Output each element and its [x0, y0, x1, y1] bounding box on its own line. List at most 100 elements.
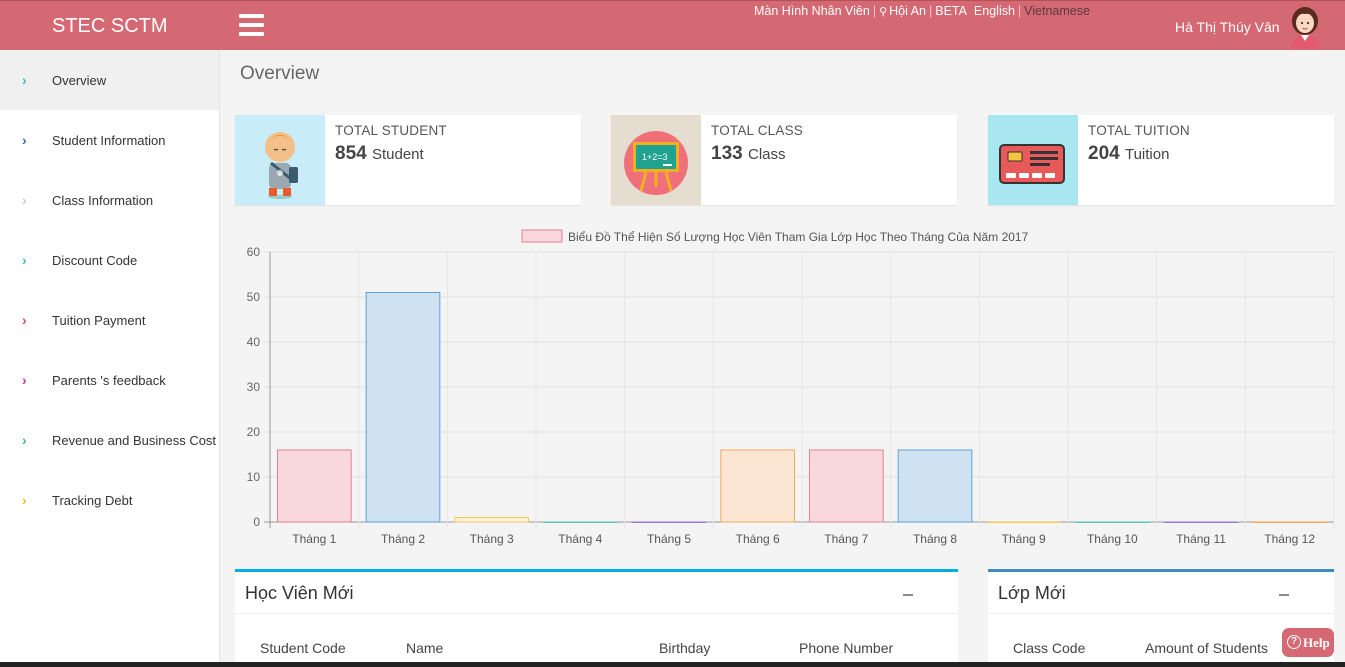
stat-value: 854 Student [335, 143, 424, 164]
bar-9[interactable] [986, 521, 1061, 523]
bar-4[interactable] [543, 521, 618, 523]
student-icon [235, 115, 325, 205]
user-name[interactable]: Hà Thị Thúy Vân [1175, 19, 1280, 35]
blackboard-icon: 1+2=3 [611, 115, 701, 205]
minimize-icon[interactable] [903, 594, 913, 596]
top-nav: Màn Hình Nhân Viên | ⚲ Hội An | BETA English |… [754, 4, 1090, 18]
column-header[interactable]: Class Code [1013, 640, 1085, 656]
divider [988, 613, 1334, 614]
lang-english[interactable]: English [974, 4, 1015, 18]
stat-label: TOTAL TUITION [1088, 123, 1190, 138]
user-avatar[interactable] [1286, 5, 1324, 49]
x-tick-label: Tháng 6 [736, 532, 780, 546]
y-tick-label: 50 [247, 290, 261, 304]
bar-12[interactable] [1252, 521, 1327, 523]
bar-7[interactable] [809, 449, 884, 523]
menu-toggle-icon[interactable] [239, 14, 264, 36]
bar-1[interactable] [277, 449, 352, 523]
bar-6[interactable] [720, 449, 796, 523]
help-icon: ? [1287, 635, 1301, 649]
panel-title: Lớp Mới [998, 583, 1066, 603]
x-tick-label: Tháng 3 [470, 532, 514, 546]
x-tick-label: Tháng 7 [824, 532, 868, 546]
sidebar-item-label: Tracking Debt [52, 493, 133, 508]
bar-11[interactable] [1163, 521, 1239, 523]
sidebar-item-label: Tuition Payment [52, 313, 146, 328]
bar-8[interactable] [897, 449, 973, 523]
stat-card-total-tuition[interactable]: TOTAL TUITION 204 Tuition [988, 115, 1334, 205]
stat-label: TOTAL STUDENT [335, 123, 447, 138]
y-tick-label: 60 [247, 245, 261, 259]
sidebar-item-tuition-payment[interactable]: › Tuition Payment [0, 290, 219, 350]
y-tick-label: 30 [247, 380, 261, 394]
help-label: Help [1303, 635, 1330, 650]
lang-vietnamese[interactable]: Vietnamese [1024, 4, 1090, 18]
x-tick-label: Tháng 11 [1176, 532, 1226, 546]
y-tick-label: 0 [253, 515, 260, 529]
bar-5[interactable] [631, 521, 707, 523]
x-tick-label: Tháng 9 [1002, 532, 1046, 546]
column-header[interactable]: Name [406, 640, 443, 656]
x-tick-label: Tháng 4 [558, 532, 602, 546]
minimize-icon[interactable] [1279, 594, 1289, 596]
top-header: STEC SCTM Màn Hình Nhân Viên | ⚲ Hội An | BET… [0, 0, 1345, 50]
column-header[interactable]: Student Code [260, 640, 346, 656]
screen-link[interactable]: Màn Hình Nhân Viên [754, 4, 870, 18]
legend-label: Biểu Đồ Thể Hiện Số Lượng Học Viên Tham … [568, 230, 1029, 244]
stat-value: 133 Class [711, 143, 786, 164]
chevron-right-icon: › [22, 312, 27, 328]
stat-card-total-student[interactable]: TOTAL STUDENT 854 Student [235, 115, 581, 205]
y-tick-label: 20 [247, 425, 261, 439]
stat-value: 204 Tuition [1088, 143, 1170, 164]
sidebar-item-tracking-debt[interactable]: › Tracking Debt [0, 470, 219, 530]
sidebar-item-label: Discount Code [52, 253, 138, 268]
chevron-right-icon: › [22, 72, 27, 88]
x-tick-label: Tháng 2 [381, 532, 425, 546]
sidebar-item-revenue-business-cost[interactable]: › Revenue and Business Cost [0, 410, 219, 470]
sidebar-item-label: Overview [52, 73, 107, 88]
bar-3[interactable] [454, 517, 529, 523]
chevron-right-icon: › [22, 492, 27, 508]
divider [235, 613, 958, 614]
brand-logo[interactable]: STEC SCTM [52, 15, 168, 38]
chart-svg: 0 10 20 30 40 50 60 Tháng 1 Tháng 2 Tháng 3 Tháng … [247, 229, 1335, 546]
x-tick-label: Tháng 1 [292, 532, 336, 546]
column-header[interactable]: Birthday [659, 640, 710, 656]
sidebar-item-overview[interactable]: › Overview [0, 50, 219, 110]
svg-text:1+2=3: 1+2=3 [642, 152, 668, 162]
sidebar-item-label: Class Information [52, 193, 154, 208]
bar-chart: 0 10 20 30 40 50 60 Tháng 1 Tháng 2 Tháng 3 Tháng … [232, 222, 1337, 552]
help-button[interactable]: ? Help [1282, 628, 1334, 657]
chevron-right-icon: › [22, 192, 27, 208]
panel-new-students: Học Viên Mới Student Code Name Birthday … [235, 569, 958, 667]
panel-title: Học Viên Mới [245, 583, 354, 603]
sidebar-item-label: Revenue and Business Cost [52, 433, 217, 448]
stat-card-total-class[interactable]: 1+2=3 TOTAL CLASS 133 Class [611, 115, 957, 205]
chevron-right-icon: › [22, 132, 27, 148]
column-header[interactable]: Amount of Students [1145, 640, 1268, 656]
bar-2[interactable] [365, 292, 441, 523]
chevron-right-icon: › [22, 432, 27, 448]
location-link[interactable]: Hội An [889, 4, 926, 18]
chevron-right-icon: › [22, 372, 27, 388]
sidebar: › Overview › Student Information › Class… [0, 50, 220, 667]
legend-swatch[interactable] [521, 229, 563, 243]
sidebar-item-class-information[interactable]: › Class Information [0, 170, 219, 230]
page-title: Overview [240, 63, 320, 84]
location-pin-icon: ⚲ [879, 6, 888, 18]
x-tick-label: Tháng 8 [913, 532, 957, 546]
sidebar-item-parents-feedback[interactable]: › Parents 's feedback [0, 350, 219, 410]
y-tick-label: 40 [247, 335, 261, 349]
sidebar-item-student-information[interactable]: › Student Information [0, 110, 219, 170]
sidebar-item-discount-code[interactable]: › Discount Code [0, 230, 219, 290]
y-tick-label: 10 [247, 470, 261, 484]
x-tick-label: Tháng 12 [1264, 532, 1315, 546]
taskbar-strip [0, 662, 1345, 667]
column-header[interactable]: Phone Number [799, 640, 893, 656]
stat-label: TOTAL CLASS [711, 123, 803, 138]
bar-10[interactable] [1075, 521, 1150, 523]
credit-card-icon [988, 115, 1078, 205]
sidebar-item-label: Parents 's feedback [52, 373, 166, 388]
chevron-right-icon: › [22, 252, 27, 268]
sidebar-item-label: Student Information [52, 133, 166, 148]
